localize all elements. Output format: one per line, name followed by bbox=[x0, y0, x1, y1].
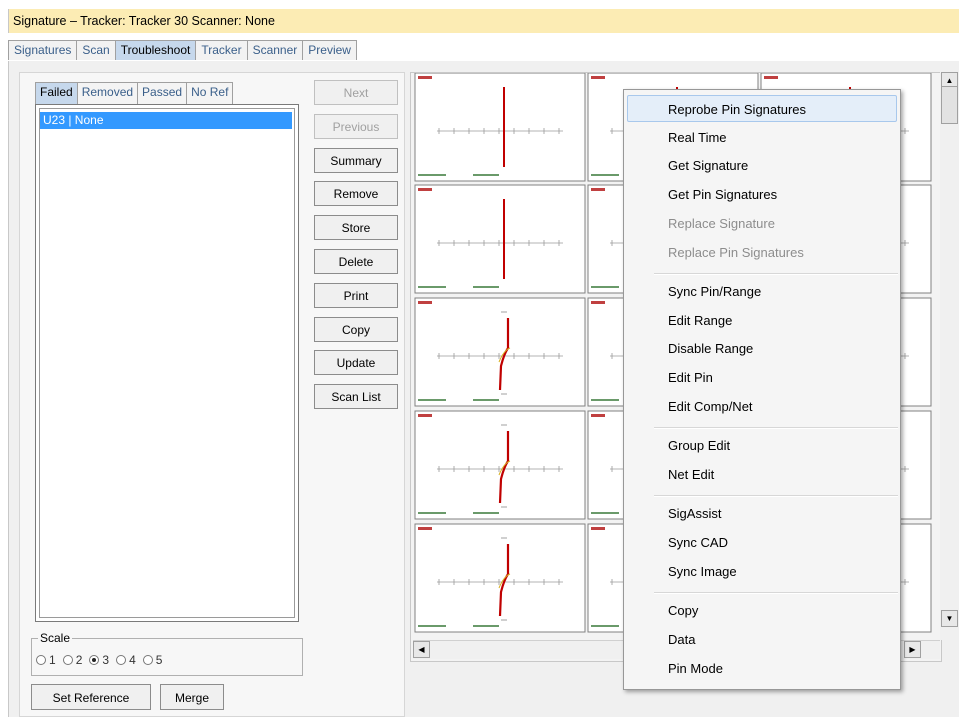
menu-separator bbox=[654, 592, 898, 594]
scroll-thumb[interactable] bbox=[941, 86, 958, 124]
scale-radio-4[interactable]: 4 bbox=[116, 653, 136, 667]
radio-circle bbox=[62, 655, 73, 665]
scale-radios: 1 2 3 4 5 bbox=[36, 653, 169, 667]
menu-item-replace-pin-signatures[interactable]: Replace Pin Signatures bbox=[668, 245, 804, 260]
delete-button[interactable]: Delete bbox=[314, 249, 398, 274]
update-label: Update bbox=[336, 356, 376, 370]
scale-radio-2[interactable]: 2 bbox=[62, 653, 83, 667]
signature-thumbnail[interactable] bbox=[414, 72, 586, 182]
menu-item-sync-pin-range[interactable]: Sync Pin/Range bbox=[668, 284, 761, 299]
tab-scanner[interactable]: Scanner bbox=[246, 40, 304, 60]
scroll-down-arrow-icon[interactable]: ▼ bbox=[941, 610, 958, 627]
menu-item-get-pin-signatures[interactable]: Get Pin Signatures bbox=[668, 187, 777, 202]
merge-label: Merge bbox=[174, 691, 209, 705]
menu-item-net-edit[interactable]: Net Edit bbox=[668, 467, 714, 482]
subtab-removed[interactable]: Removed bbox=[76, 82, 139, 104]
tab-scan[interactable]: Scan bbox=[76, 40, 116, 60]
set-reference-label: Set Reference bbox=[52, 691, 130, 705]
result-subtabs: Failed Removed Passed No Ref bbox=[35, 82, 234, 104]
menu-item-sync-image[interactable]: Sync Image bbox=[668, 564, 737, 579]
menu-item-real-time[interactable]: Real Time bbox=[668, 130, 727, 145]
menu-item-sync-cad[interactable]: Sync CAD bbox=[668, 535, 728, 550]
update-button[interactable]: Update bbox=[314, 350, 398, 375]
scroll-left-arrow-icon[interactable]: ◀ bbox=[413, 641, 430, 658]
tab-preview[interactable]: Preview bbox=[302, 40, 357, 60]
subtab-failed[interactable]: Failed bbox=[35, 82, 78, 104]
radio-circle bbox=[36, 655, 46, 665]
scale-radio-1[interactable]: 1 bbox=[36, 653, 56, 667]
scale-option-label: 1 bbox=[49, 653, 56, 667]
menu-item-edit-range[interactable]: Edit Range bbox=[668, 313, 732, 328]
failed-component-list[interactable]: U23 | None bbox=[35, 104, 299, 622]
scale-radio-5[interactable]: 5 bbox=[142, 653, 163, 667]
scale-option-label: 3 bbox=[102, 653, 110, 667]
copy-label: Copy bbox=[341, 323, 370, 337]
set-reference-button[interactable]: Set Reference bbox=[31, 684, 151, 710]
scale-radio-3[interactable]: 3 bbox=[89, 653, 109, 667]
subtab-no-ref[interactable]: No Ref bbox=[186, 82, 234, 104]
menu-separator bbox=[654, 273, 898, 275]
signature-thumbnail[interactable] bbox=[414, 523, 586, 633]
scale-label: Scale bbox=[38, 631, 73, 645]
menu-item-get-signature[interactable]: Get Signature bbox=[668, 158, 748, 173]
next-button[interactable]: Next bbox=[314, 80, 398, 105]
list-item[interactable]: U23 | None bbox=[40, 112, 292, 129]
menu-item-data[interactable]: Data bbox=[668, 632, 695, 647]
vertical-scrollbar[interactable]: ▲ ▼ bbox=[940, 72, 959, 640]
menu-item-reprobe-pin-signatures[interactable]: Reprobe Pin Signatures bbox=[668, 102, 806, 117]
menu-separator bbox=[654, 427, 898, 429]
merge-button[interactable]: Merge bbox=[160, 684, 224, 710]
tab-tracker[interactable]: Tracker bbox=[195, 40, 248, 60]
scale-option-label: 5 bbox=[155, 653, 163, 667]
scan-list-label: Scan List bbox=[331, 390, 381, 404]
store-label: Store bbox=[341, 221, 371, 235]
menu-item-sigassist[interactable]: SigAssist bbox=[668, 506, 721, 521]
menu-item-edit-pin[interactable]: Edit Pin bbox=[668, 370, 713, 385]
delete-label: Delete bbox=[338, 255, 374, 269]
scroll-right-arrow-icon[interactable]: ▶ bbox=[904, 641, 921, 658]
menu-item-group-edit[interactable]: Group Edit bbox=[668, 438, 730, 453]
scale-option-label: 4 bbox=[129, 653, 136, 667]
tab-signatures[interactable]: Signatures bbox=[8, 40, 78, 60]
summary-button[interactable]: Summary bbox=[314, 148, 398, 173]
signature-thumbnail[interactable] bbox=[414, 410, 586, 520]
menu-item-replace-signature[interactable]: Replace Signature bbox=[668, 216, 775, 231]
window-title: Signature – Tracker: Tracker 30 Scanner:… bbox=[8, 9, 959, 33]
menu-item-copy[interactable]: Copy bbox=[668, 603, 698, 618]
menu-item-edit-comp-net[interactable]: Edit Comp/Net bbox=[668, 399, 753, 414]
radio-circle bbox=[142, 655, 153, 665]
menu-item-disable-range[interactable]: Disable Range bbox=[668, 341, 753, 356]
scan-list-button[interactable]: Scan List bbox=[314, 384, 398, 409]
signature-thumbnail[interactable] bbox=[414, 184, 586, 294]
remove-label: Remove bbox=[333, 187, 379, 201]
scale-option-label: 2 bbox=[75, 653, 83, 667]
menu-item-pin-mode[interactable]: Pin Mode bbox=[668, 661, 723, 676]
store-button[interactable]: Store bbox=[314, 215, 398, 240]
menu-separator bbox=[654, 495, 898, 497]
summary-label: Summary bbox=[330, 154, 382, 168]
subtab-passed[interactable]: Passed bbox=[137, 82, 188, 104]
main-tabs: Signatures Scan Troubleshoot Tracker Sca… bbox=[8, 40, 357, 62]
remove-button[interactable]: Remove bbox=[314, 181, 398, 206]
list-inner-frame bbox=[39, 108, 295, 618]
radio-circle bbox=[116, 655, 127, 665]
print-button[interactable]: Print bbox=[314, 283, 398, 308]
copy-button[interactable]: Copy bbox=[314, 317, 398, 342]
previous-button[interactable]: Previous bbox=[314, 114, 398, 139]
print-label: Print bbox=[343, 289, 369, 303]
signature-thumbnail[interactable] bbox=[414, 297, 586, 407]
radio-circle-selected bbox=[89, 655, 100, 665]
previous-label: Previous bbox=[332, 120, 380, 134]
context-menu: Reprobe Pin Signatures Real Time Get Sig… bbox=[623, 89, 901, 690]
tab-troubleshoot[interactable]: Troubleshoot bbox=[114, 40, 197, 60]
next-label: Next bbox=[343, 86, 369, 100]
